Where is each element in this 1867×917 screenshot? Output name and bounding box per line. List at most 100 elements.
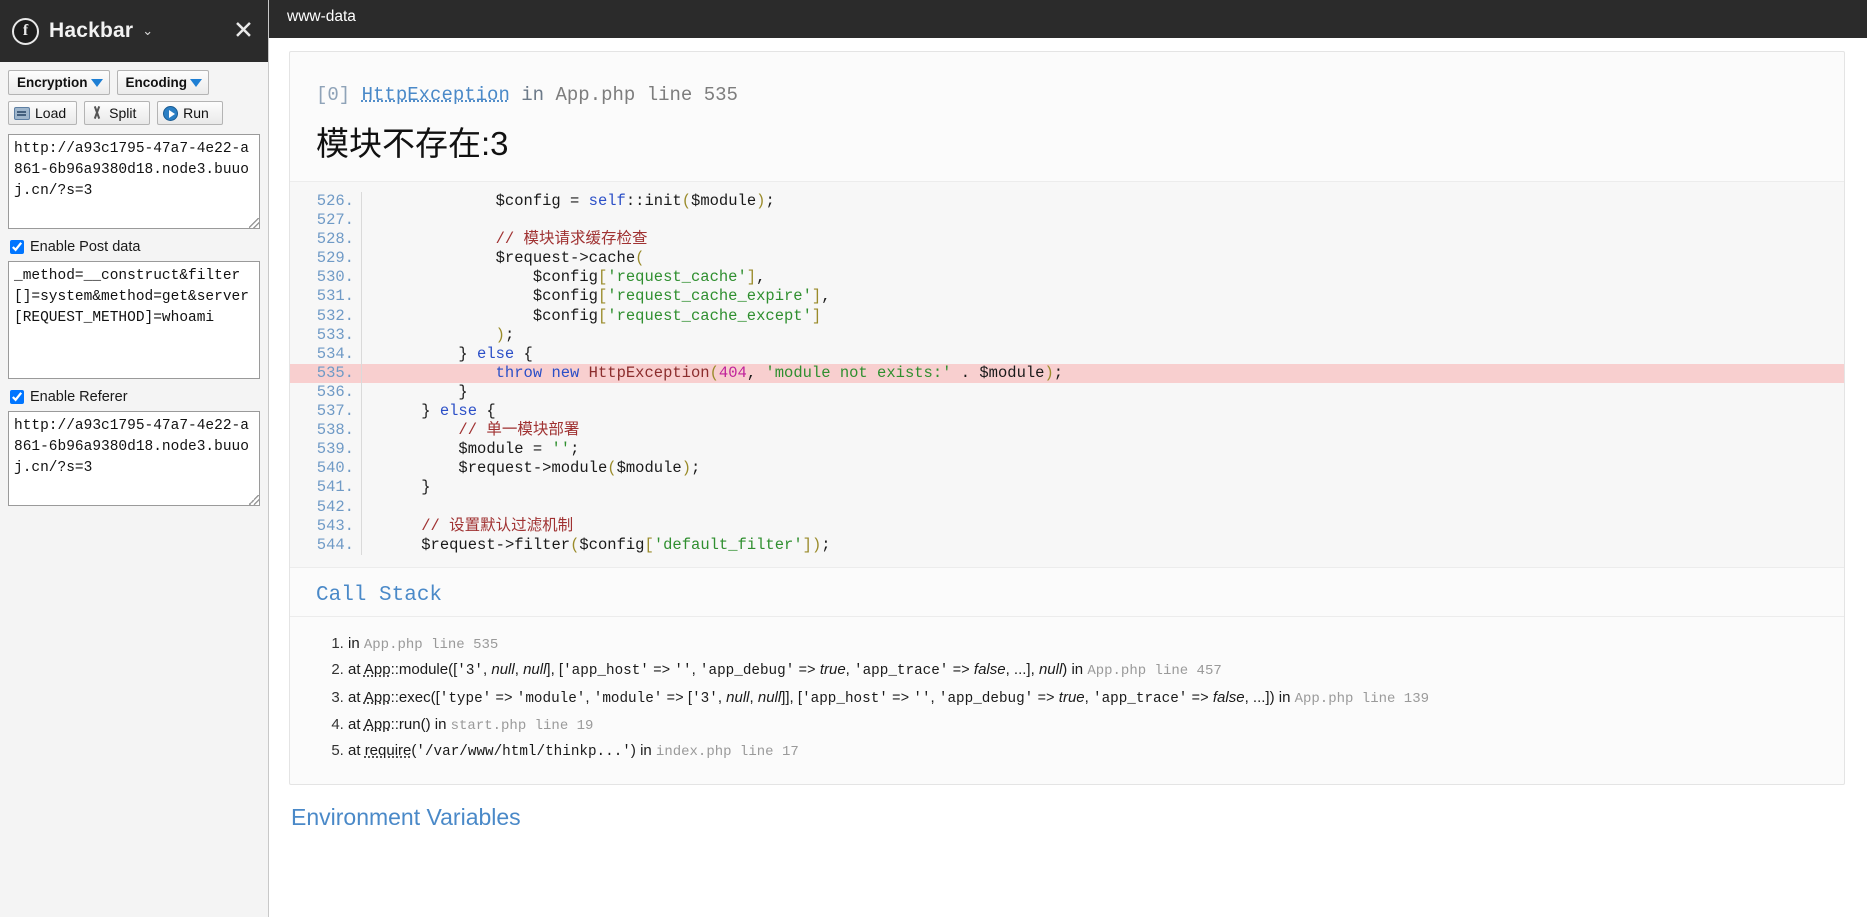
hackbar-dropdown-row: Encryption Encoding [8, 70, 260, 95]
chevron-down-icon [190, 78, 203, 87]
code-line-text: } [384, 478, 431, 497]
code-line-number: 530. [290, 268, 362, 288]
call-stack-file: App.php line 457 [1087, 663, 1222, 680]
call-stack-item: in App.php line 535 [348, 631, 1844, 658]
code-line: 544. $request->filter($config['default_f… [290, 535, 1844, 555]
code-line: 533. ); [290, 325, 1844, 345]
call-stack-item: at App::module(['3', null, null], ['app_… [348, 657, 1844, 684]
call-stack-call[interactable]: App::module(['3', null, null], ['app_hos… [364, 661, 1067, 679]
load-label: Load [35, 105, 67, 121]
code-line-text: } else { [384, 344, 533, 363]
split-label: Split [109, 105, 137, 121]
enable-referer-checkbox-row[interactable]: Enable Referer [10, 389, 260, 405]
referer-input[interactable]: http://a93c1795-47a7-4e22-a861-6b96a9380… [8, 411, 260, 506]
hackbar-panel: f Hackbar ⌄ ✕ Encryption Encoding Load S… [0, 0, 269, 917]
code-line: 543. // 设置默认过滤机制 [290, 516, 1844, 536]
code-line-number: 526. [290, 192, 362, 212]
call-stack-call[interactable]: App::run() [364, 716, 431, 733]
call-stack-file: start.php line 19 [450, 717, 594, 734]
exception-file: App.php [555, 84, 636, 106]
code-line-number: 541. [290, 478, 362, 498]
call-stack-file: App.php line 139 [1294, 690, 1430, 707]
close-icon[interactable]: ✕ [233, 18, 254, 44]
enable-referer-checkbox[interactable] [10, 390, 24, 404]
exception-in-word: in [521, 84, 545, 106]
hackbar-titlebar: f Hackbar ⌄ ✕ [0, 0, 268, 62]
resize-grip-icon[interactable] [249, 218, 259, 228]
hackbar-logo-icon: f [12, 17, 39, 45]
exception-page: [0] HttpException in App.php line 535 模块… [269, 51, 1867, 831]
call-stack-prefix: in [348, 634, 360, 652]
code-line-text: $request->filter($config['default_filter… [421, 535, 831, 554]
load-button[interactable]: Load [8, 101, 78, 125]
split-button[interactable]: Split [84, 101, 151, 125]
code-line: 539. $module = ''; [290, 440, 1844, 460]
encoding-label: Encoding [125, 75, 188, 90]
code-line-text: // 模块请求缓存检查 [495, 230, 648, 249]
url-input[interactable]: http://a93c1795-47a7-4e22-a861-6b96a9380… [8, 134, 260, 229]
exception-line-number: 535 [703, 84, 738, 106]
call-stack-call[interactable]: App::exec(['type' => 'module', 'module' … [364, 689, 1275, 707]
chevron-down-icon [90, 78, 103, 87]
environment-variables-title: Environment Variables [291, 803, 521, 830]
enable-post-data-checkbox-row[interactable]: Enable Post data [10, 239, 260, 255]
code-line: 531. $config['request_cache_expire'], [290, 287, 1844, 307]
encoding-dropdown[interactable]: Encoding [116, 70, 210, 95]
enable-post-data-label: Enable Post data [30, 239, 141, 255]
code-line-number: 540. [290, 459, 362, 479]
encryption-dropdown[interactable]: Encryption [8, 70, 110, 95]
call-stack-file: index.php line 17 [655, 744, 799, 761]
encryption-label: Encryption [17, 75, 88, 90]
code-line-number: 528. [290, 230, 362, 250]
exception-card: [0] HttpException in App.php line 535 模块… [289, 51, 1845, 785]
resize-grip-icon[interactable] [249, 495, 259, 505]
hackbar-title: Hackbar [49, 19, 134, 42]
page-content: www-data [0] HttpException in App.php li… [269, 0, 1867, 917]
code-line: 538. // 单一模块部署 [290, 421, 1844, 441]
hackbar-body: Encryption Encoding Load Split Run http:… [0, 62, 268, 917]
code-line-text: } [384, 382, 468, 401]
code-line-text: $config['request_cache'], [532, 268, 766, 287]
call-stack-prefix: at [348, 715, 361, 733]
run-button[interactable]: Run [157, 101, 224, 125]
call-stack-list: in App.php line 535at App::module(['3', … [290, 617, 1844, 784]
run-label: Run [183, 105, 209, 121]
exception-message: 模块不存在:3 [290, 115, 1844, 182]
code-line: 536. } [290, 382, 1844, 403]
app-window: f Hackbar ⌄ ✕ Encryption Encoding Load S… [0, 0, 1867, 917]
code-line-number: 543. [290, 516, 362, 536]
call-stack-item: at App::exec(['type' => 'module', 'modul… [348, 685, 1844, 712]
code-line: 540. $request->module($module); [290, 459, 1844, 479]
code-line-number: 536. [290, 382, 362, 403]
post-data-input[interactable]: _method=__construct&filter[]=system&meth… [8, 261, 260, 379]
call-stack-call[interactable]: require('/var/www/html/thinkp...') [365, 742, 636, 760]
call-stack-prefix: at [348, 742, 361, 760]
code-line: 542. [290, 497, 1844, 517]
code-line: 534. } else { [290, 344, 1844, 364]
code-line-text: $config['request_cache_except'] [532, 306, 822, 325]
code-line: 527. [290, 211, 1844, 231]
code-line-number: 537. [290, 402, 362, 422]
exception-class-link[interactable]: HttpException [362, 84, 510, 106]
code-line-number: 534. [290, 344, 362, 364]
call-stack-title: Call Stack [290, 568, 1844, 617]
code-line-number: 527. [290, 211, 362, 231]
code-line-text: // 设置默认过滤机制 [421, 516, 574, 535]
code-line: 529. $request->cache( [290, 249, 1844, 269]
code-line-text: $module = ''; [458, 440, 580, 459]
hackbar-tool-row: Load Split Run [8, 101, 260, 125]
code-line-text: $request->cache( [495, 249, 645, 268]
code-line: 537. } else { [290, 402, 1844, 422]
call-stack-prefix: at [348, 661, 361, 679]
code-line-number: 532. [290, 306, 362, 326]
enable-referer-label: Enable Referer [30, 389, 128, 405]
code-line-number: 542. [290, 497, 362, 517]
chevron-down-icon[interactable]: ⌄ [142, 23, 153, 39]
code-line: 526. $config = self::init($module); [290, 192, 1844, 212]
enable-post-data-checkbox[interactable] [10, 240, 24, 254]
post-data-field-wrapper: _method=__construct&filter[]=system&meth… [8, 261, 260, 379]
code-line: 532. $config['request_cache_except'] [290, 306, 1844, 326]
url-field-wrapper: http://a93c1795-47a7-4e22-a861-6b96a9380… [8, 134, 260, 229]
